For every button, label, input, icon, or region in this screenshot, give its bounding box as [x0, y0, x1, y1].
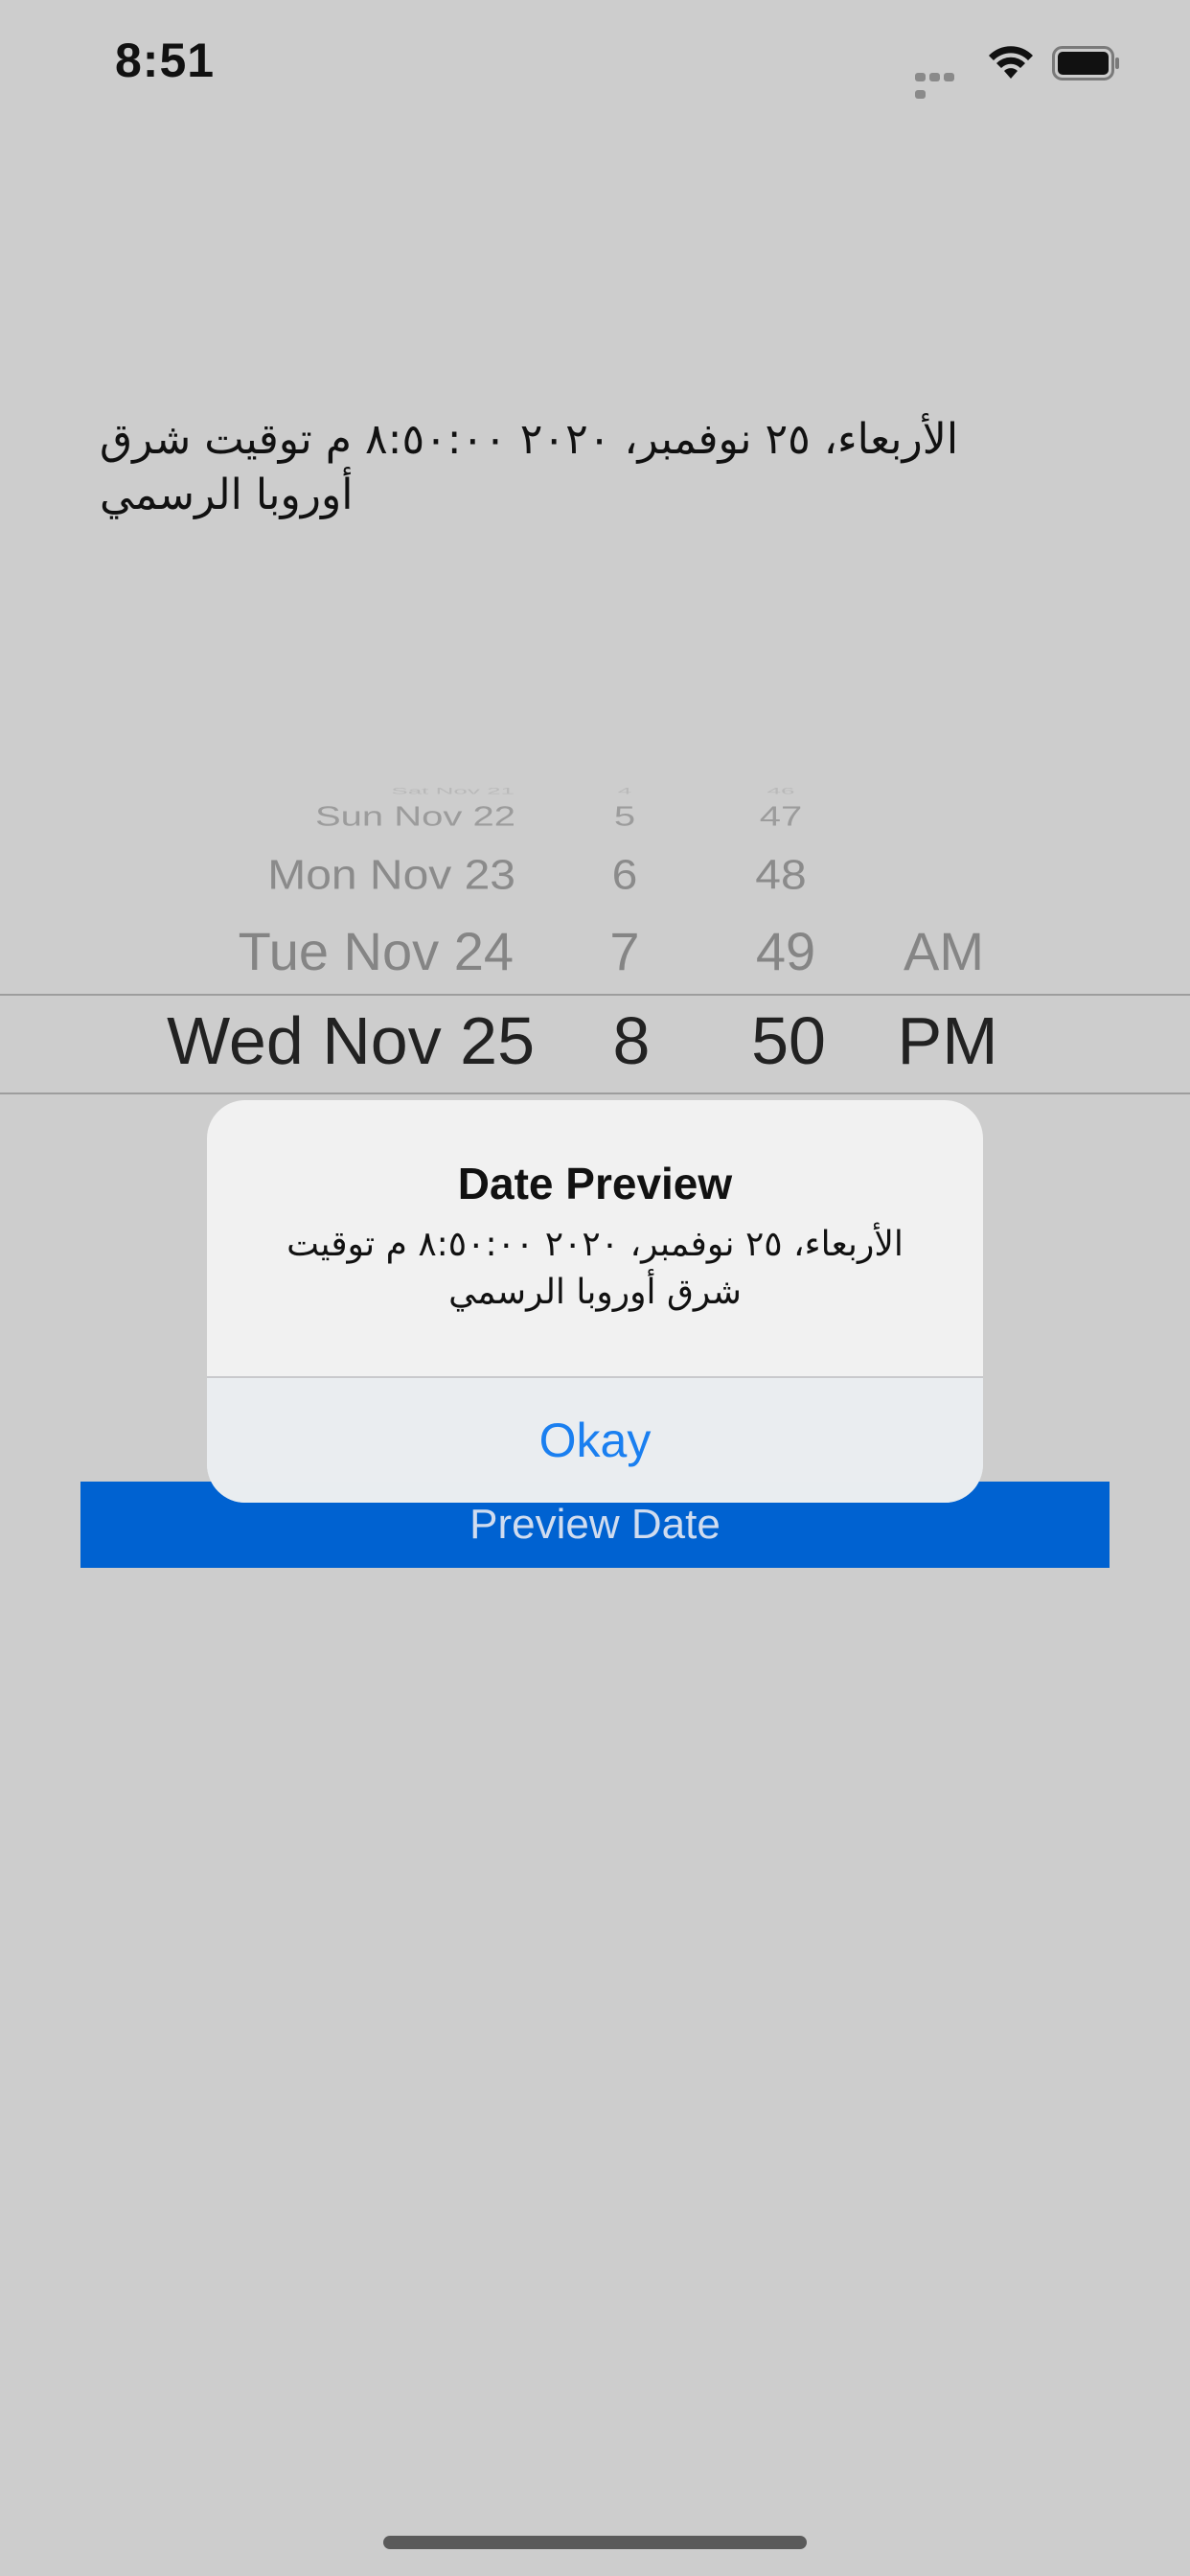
picker-hour-selected[interactable]: 8: [596, 1002, 667, 1079]
picker-minute-row-2[interactable]: 47: [738, 801, 824, 832]
alert-title: Date Preview: [457, 1159, 733, 1208]
battery-icon: [1052, 46, 1121, 80]
picker-hour-row-2[interactable]: 5: [596, 801, 653, 832]
picker-period-pm[interactable]: PM: [889, 1002, 1006, 1079]
picker-hour-row-4[interactable]: 7: [596, 920, 653, 982]
picker-date-row-4[interactable]: Tue Nov 24: [239, 920, 514, 982]
picker-period-am[interactable]: AM: [891, 920, 996, 982]
okay-button[interactable]: Okay: [207, 1378, 983, 1503]
date-picker[interactable]: Sat Nov 21 Sun Nov 22 Mon Nov 23 Tue Nov…: [0, 786, 1190, 1112]
home-indicator[interactable]: [383, 2536, 807, 2549]
picker-minute-selected[interactable]: 50: [736, 1002, 841, 1079]
picker-minute-row-1[interactable]: 46: [738, 786, 824, 796]
selected-date-label: الأربعاء، ٢٥ نوفمبر، ٢٠٢٠ ٨:٥٠:٠٠ م توقي…: [80, 412, 1019, 523]
picker-date-row-2[interactable]: Sun Nov 22: [315, 801, 515, 832]
picker-date-row-3[interactable]: Mon Nov 23: [267, 852, 515, 900]
picker-date-selected[interactable]: Wed Nov 25: [167, 1002, 535, 1079]
selected-date-text: الأربعاء، ٢٥ نوفمبر، ٢٠٢٠ ٨:٥٠:٠٠ م توقي…: [100, 415, 959, 519]
picker-minute-row-3[interactable]: 48: [738, 852, 824, 900]
picker-hour-row-3[interactable]: 6: [596, 852, 653, 900]
cellular-signal-icon: [915, 69, 971, 99]
status-time: 8:51: [115, 34, 216, 87]
picker-minute-row-4[interactable]: 49: [738, 920, 834, 982]
okay-button-label: Okay: [538, 1414, 652, 1467]
preview-date-button-label: Preview Date: [469, 1501, 721, 1548]
picker-selection-bottom-line: [0, 1092, 1190, 1094]
picker-selection-top-line: [0, 994, 1190, 996]
alert-message: الأربعاء، ٢٥ نوفمبر، ٢٠٢٠ ٨:٥٠:٠٠ م توقي…: [286, 1225, 904, 1312]
picker-date-row-1[interactable]: Sat Nov 21: [391, 786, 515, 796]
picker-hour-row-1[interactable]: 4: [596, 786, 653, 796]
wifi-icon: [987, 44, 1035, 80]
date-preview-alert: Date Preview الأربعاء، ٢٥ نوفمبر، ٢٠٢٠ ٨…: [207, 1100, 983, 1503]
